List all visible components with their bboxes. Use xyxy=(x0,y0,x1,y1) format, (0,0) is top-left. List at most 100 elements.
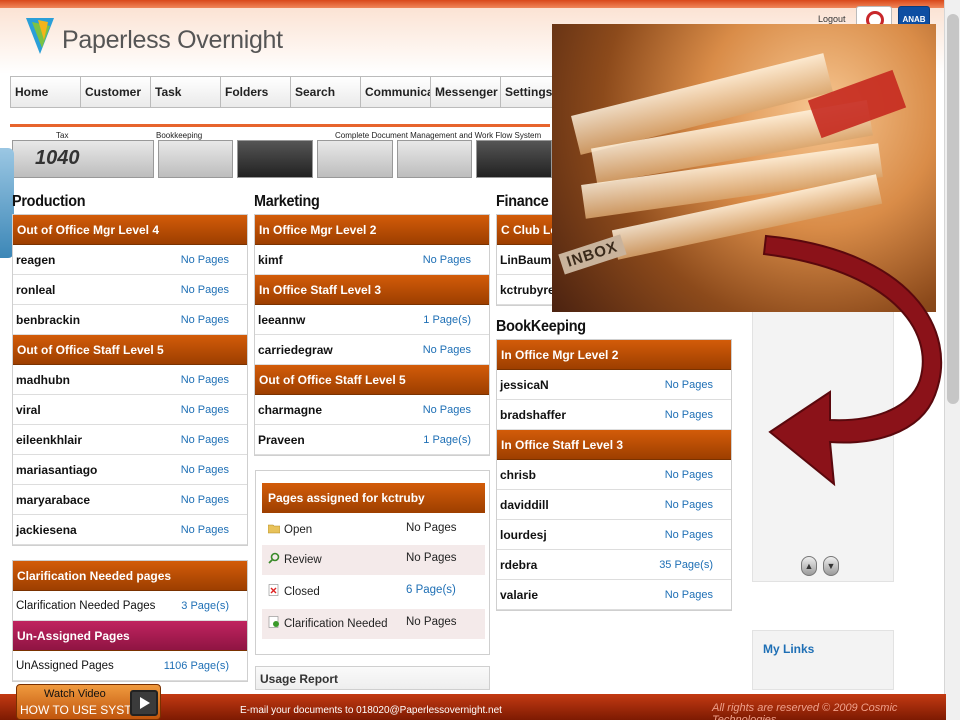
user-row[interactable]: reagen No Pages xyxy=(13,245,247,275)
page-count-link[interactable]: No Pages xyxy=(665,469,713,481)
page-count-link[interactable]: 1 Page(s) xyxy=(423,434,471,446)
user-name: leeannw xyxy=(258,312,306,327)
user-row[interactable]: bradshaffer No Pages xyxy=(497,400,731,430)
page-count-link[interactable]: 35 Page(s) xyxy=(659,559,713,571)
clarification-icon xyxy=(268,616,279,628)
assigned-label: Closed xyxy=(284,586,320,598)
page-count-link[interactable]: No Pages xyxy=(665,409,713,421)
clarification-label: Clarification Needed Pages xyxy=(16,599,156,612)
user-name: daviddill xyxy=(500,497,549,512)
clarification-count-link[interactable]: 3 Page(s) xyxy=(181,600,229,612)
banner-label-bookkeeping: Bookkeeping xyxy=(156,131,203,140)
user-row[interactable]: valarie No Pages xyxy=(497,580,731,610)
page-count-link[interactable]: No Pages xyxy=(423,344,471,356)
brand-name: Paperless Overnight xyxy=(62,26,283,54)
user-row[interactable]: ronleal No Pages xyxy=(13,275,247,305)
usage-report-header[interactable]: Usage Report xyxy=(255,666,490,690)
my-links-title[interactable]: My Links xyxy=(763,642,814,656)
banner-strip[interactable]: 1040 xyxy=(12,140,553,180)
assigned-row-review[interactable]: Review No Pages xyxy=(262,545,485,575)
banner-tile xyxy=(317,140,393,178)
user-name: valarie xyxy=(500,587,539,602)
page-count-link[interactable]: No Pages xyxy=(181,404,229,416)
unassigned-count-link[interactable]: 1106 Page(s) xyxy=(164,660,229,672)
assigned-row-closed[interactable]: Closed 6 Page(s) xyxy=(262,577,485,607)
assigned-value: No Pages xyxy=(406,522,457,534)
scrollbar-thumb[interactable] xyxy=(947,14,959,404)
page-count-link[interactable]: 1 Page(s) xyxy=(423,314,471,326)
banner-tile xyxy=(476,140,553,178)
assigned-value: No Pages xyxy=(406,552,457,564)
user-row[interactable]: eileenkhlair No Pages xyxy=(13,425,247,455)
unassigned-header: Un-Assigned Pages xyxy=(13,621,247,651)
nav-customer[interactable]: Customer xyxy=(80,76,150,108)
nav-folders[interactable]: Folders xyxy=(220,76,290,108)
assigned-pages-header: Pages assigned for kctruby xyxy=(262,483,485,513)
group-header: Out of Office Staff Level 5 xyxy=(255,365,489,395)
user-row[interactable]: lourdesj No Pages xyxy=(497,520,731,550)
page-count-link[interactable]: No Pages xyxy=(181,434,229,446)
scroll-up-button[interactable]: ▲ xyxy=(801,556,817,576)
video-play-icon[interactable] xyxy=(130,690,158,716)
user-name: bradshaffer xyxy=(500,407,567,422)
group-header: In Office Mgr Level 2 xyxy=(255,215,489,245)
user-name: benbrackin xyxy=(16,312,81,327)
page-count-link[interactable]: No Pages xyxy=(181,524,229,536)
page-count-link[interactable]: No Pages xyxy=(181,464,229,476)
user-row[interactable]: mariasantiago No Pages xyxy=(13,455,247,485)
page-count-link[interactable]: No Pages xyxy=(665,379,713,391)
banner-tile xyxy=(237,140,314,178)
unassigned-row[interactable]: UnAssigned Pages 1106 Page(s) xyxy=(13,651,247,681)
user-row[interactable]: charmagne No Pages xyxy=(255,395,489,425)
nav-task[interactable]: Task xyxy=(150,76,220,108)
user-row[interactable]: maryarabace No Pages xyxy=(13,485,247,515)
user-row[interactable]: carriedegraw No Pages xyxy=(255,335,489,365)
logo-icon xyxy=(26,18,54,54)
logout-link[interactable]: Logout xyxy=(818,14,846,24)
user-name: reagen xyxy=(16,252,56,267)
nav-messenger[interactable]: Messenger xyxy=(430,76,500,108)
assigned-value-link[interactable]: 6 Page(s) xyxy=(406,584,456,596)
user-row[interactable]: daviddill No Pages xyxy=(497,490,731,520)
nav-home[interactable]: Home xyxy=(10,76,80,108)
banner-tile xyxy=(396,140,473,178)
page-count-link[interactable]: No Pages xyxy=(665,529,713,541)
banner-tile-1040: 1040 xyxy=(12,140,154,178)
page-count-link[interactable]: No Pages xyxy=(423,404,471,416)
user-row[interactable]: leeannw 1 Page(s) xyxy=(255,305,489,335)
nav-communicate[interactable]: Communicate xyxy=(360,76,444,108)
page-count-link[interactable]: No Pages xyxy=(665,589,713,601)
page-count-link[interactable]: No Pages xyxy=(181,374,229,386)
user-row[interactable]: benbrackin No Pages xyxy=(13,305,247,335)
user-row[interactable]: viral No Pages xyxy=(13,395,247,425)
user-row[interactable]: jackiesena No Pages xyxy=(13,515,247,545)
user-row[interactable]: kimf No Pages xyxy=(255,245,489,275)
user-row[interactable]: chrisb No Pages xyxy=(497,460,731,490)
user-row[interactable]: jessicaN No Pages xyxy=(497,370,731,400)
page-count-link[interactable]: No Pages xyxy=(181,494,229,506)
user-row[interactable]: rdebra 35 Page(s) xyxy=(497,550,731,580)
inbox-label: INBOX xyxy=(558,234,627,275)
user-row[interactable]: madhubn No Pages xyxy=(13,365,247,395)
production-title: Production xyxy=(12,193,86,210)
user-name: LinBaumba xyxy=(500,252,555,267)
vertical-scrollbar[interactable] xyxy=(944,0,960,720)
page-count-link[interactable]: No Pages xyxy=(665,499,713,511)
scroll-down-button[interactable]: ▼ xyxy=(823,556,839,576)
user-row[interactable]: Praveen 1 Page(s) xyxy=(255,425,489,455)
page-count-link[interactable]: No Pages xyxy=(181,314,229,326)
page-count-link[interactable]: No Pages xyxy=(181,284,229,296)
assigned-row-clarification[interactable]: Clarification Needed No Pages xyxy=(262,609,485,639)
user-row[interactable]: kctrubyred xyxy=(497,275,555,305)
page-count-link[interactable]: No Pages xyxy=(181,254,229,266)
assigned-row-open[interactable]: Open No Pages xyxy=(262,515,485,545)
user-name: chrisb xyxy=(500,467,537,482)
user-row[interactable]: LinBaumba xyxy=(497,245,555,275)
clarification-row[interactable]: Clarification Needed Pages 3 Page(s) xyxy=(13,591,247,621)
user-name: maryarabace xyxy=(16,492,91,507)
bookkeeping-title: BookKeeping xyxy=(496,318,586,335)
marketing-title: Marketing xyxy=(254,193,320,210)
page-count-link[interactable]: No Pages xyxy=(423,254,471,266)
nav-search[interactable]: Search xyxy=(290,76,360,108)
assigned-pages-panel: Pages assigned for kctruby Open No Pages… xyxy=(255,470,490,655)
